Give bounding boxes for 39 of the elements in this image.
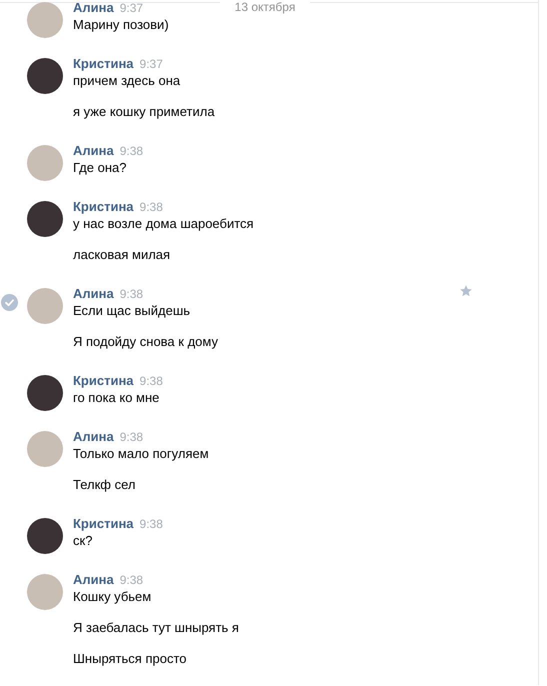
author-name[interactable]: Алина (73, 0, 114, 16)
message-time: 9:38 (120, 143, 144, 160)
message-text: ласковая милая (73, 246, 172, 263)
message-time: 9:37 (140, 56, 163, 73)
message-text: Я заебалась тут шнырять я (73, 619, 239, 636)
message-text: ск? (73, 532, 94, 549)
message-text: Телкф сел (73, 476, 136, 493)
avatar-placeholder[interactable] (27, 518, 63, 554)
message-text: го пока ко мне (73, 389, 160, 406)
message-text: Марину позови) (73, 16, 169, 33)
author-name[interactable]: Алина (73, 428, 114, 445)
author-name[interactable]: Кристина (73, 55, 134, 72)
message-time: 9:37 (120, 0, 144, 17)
message-text: Кошку убьем (73, 588, 152, 605)
message-time: 9:38 (140, 373, 163, 390)
message-time: 9:38 (140, 199, 163, 216)
author-name[interactable]: Кристина (73, 198, 134, 215)
author-name[interactable]: Кристина (73, 372, 134, 389)
avatar-placeholder[interactable] (27, 58, 63, 94)
message-text: Шныряться просто (73, 650, 188, 667)
message-time: 9:38 (120, 572, 144, 589)
message-text: я уже кошку приметила (73, 103, 215, 120)
avatar-placeholder[interactable] (27, 375, 63, 411)
author-name[interactable]: Алина (73, 142, 114, 159)
message-time: 9:38 (140, 516, 163, 533)
message-text: у нас возле дома шароебится (73, 215, 254, 232)
message-text: Только мало погуляем (73, 445, 209, 462)
author-name[interactable]: Кристина (73, 515, 134, 532)
message-text: Если щас выйдешь (73, 302, 192, 319)
star-icon[interactable] (459, 284, 473, 298)
message-text: Где она? (73, 159, 128, 176)
message-time: 9:38 (120, 286, 144, 303)
author-name[interactable]: Алина (73, 571, 114, 588)
message-text: Я подойду снова к дому (73, 333, 218, 350)
author-name[interactable]: Алина (73, 285, 114, 302)
check-icon[interactable] (1, 294, 18, 311)
message-time: 9:38 (120, 429, 144, 446)
message-text: причем здесь она (73, 72, 182, 89)
avatar-placeholder[interactable] (27, 201, 63, 237)
